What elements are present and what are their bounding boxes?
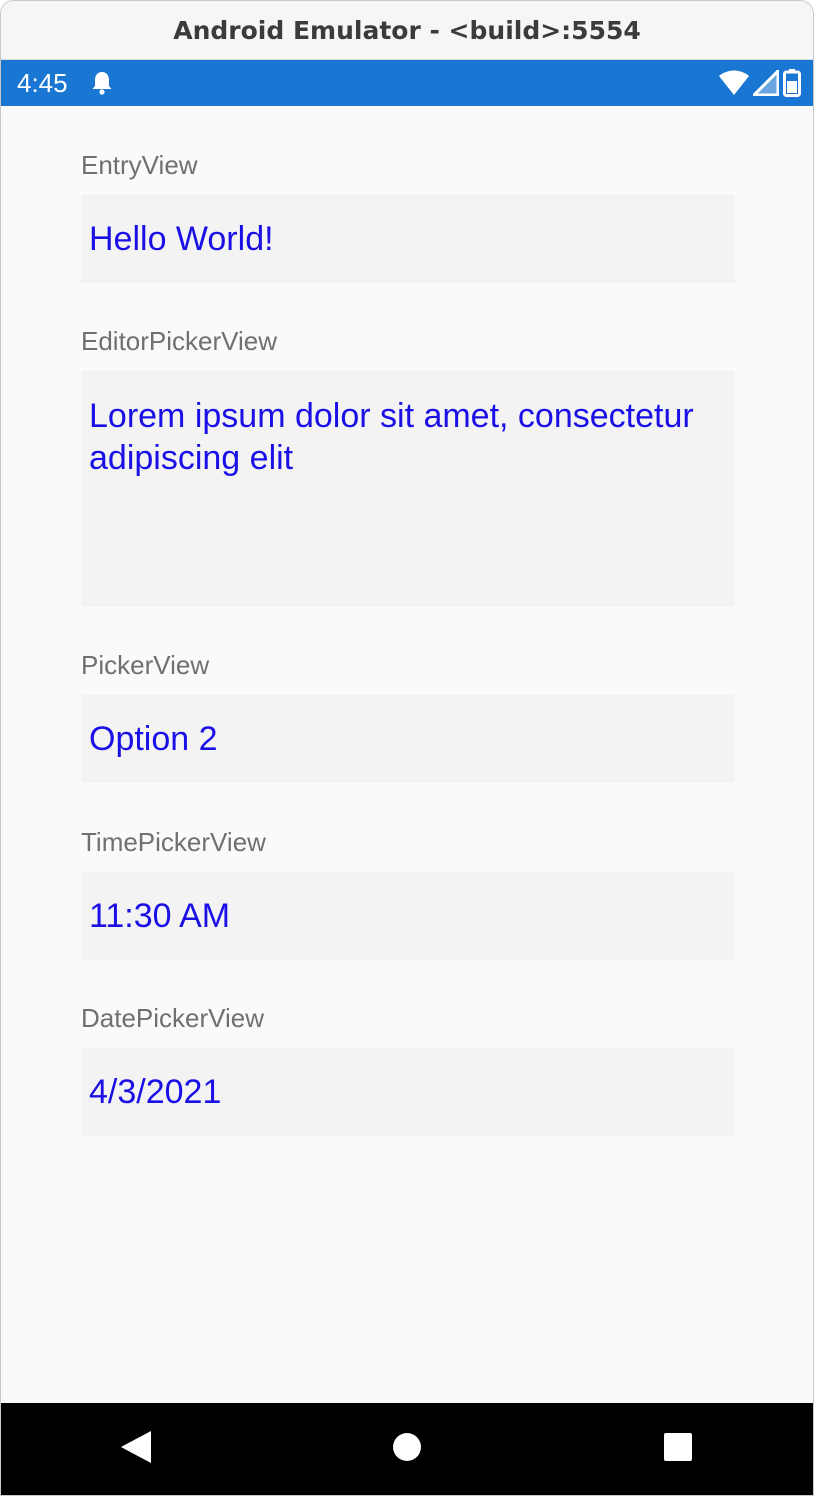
time-picker-view-input[interactable]: 11:30 AM [81, 872, 735, 960]
recents-button[interactable] [648, 1419, 708, 1479]
time-picker-view-value: 11:30 AM [89, 896, 231, 935]
date-picker-view-input[interactable]: 4/3/2021 [81, 1048, 735, 1136]
date-picker-view-value: 4/3/2021 [89, 1072, 222, 1111]
back-button[interactable] [106, 1419, 166, 1479]
time-picker-view-label: TimePickerView [81, 827, 266, 857]
android-nav-bar [1, 1403, 813, 1495]
picker-view-value: Option 2 [89, 719, 218, 758]
date-picker-view-label: DatePickerView [81, 1003, 265, 1033]
emulator-window: Android Emulator - <build>:5554 4:45 Ent… [0, 0, 814, 1496]
notification-bell-icon [90, 70, 114, 96]
editor-picker-view-input[interactable]: Lorem ipsum dolor sit amet, consectetur … [81, 371, 735, 607]
android-status-bar: 4:45 [1, 60, 813, 106]
home-icon [392, 1432, 422, 1467]
entry-view-input[interactable]: Hello World! [81, 195, 735, 283]
editor-picker-view-value: Lorem ipsum dolor sit amet, consectetur … [89, 397, 694, 477]
window-titlebar: Android Emulator - <build>:5554 [1, 1, 813, 60]
window-title: Android Emulator - <build>:5554 [173, 15, 641, 45]
back-icon [120, 1430, 152, 1469]
editor-picker-view-label: EditorPickerView [81, 326, 278, 356]
form-content: EntryView Hello World! EditorPickerView … [1, 106, 813, 1403]
picker-view-label: PickerView [81, 650, 210, 680]
entry-view-label: EntryView [81, 150, 198, 180]
recents-icon [663, 1432, 693, 1467]
status-time: 4:45 [17, 67, 68, 98]
wifi-icon [719, 70, 749, 101]
picker-view-select[interactable]: Option 2 [81, 695, 735, 783]
battery-icon [783, 69, 801, 102]
signal-icon [750, 67, 780, 101]
home-button[interactable] [377, 1419, 437, 1479]
entry-view-value: Hello World! [89, 219, 274, 258]
